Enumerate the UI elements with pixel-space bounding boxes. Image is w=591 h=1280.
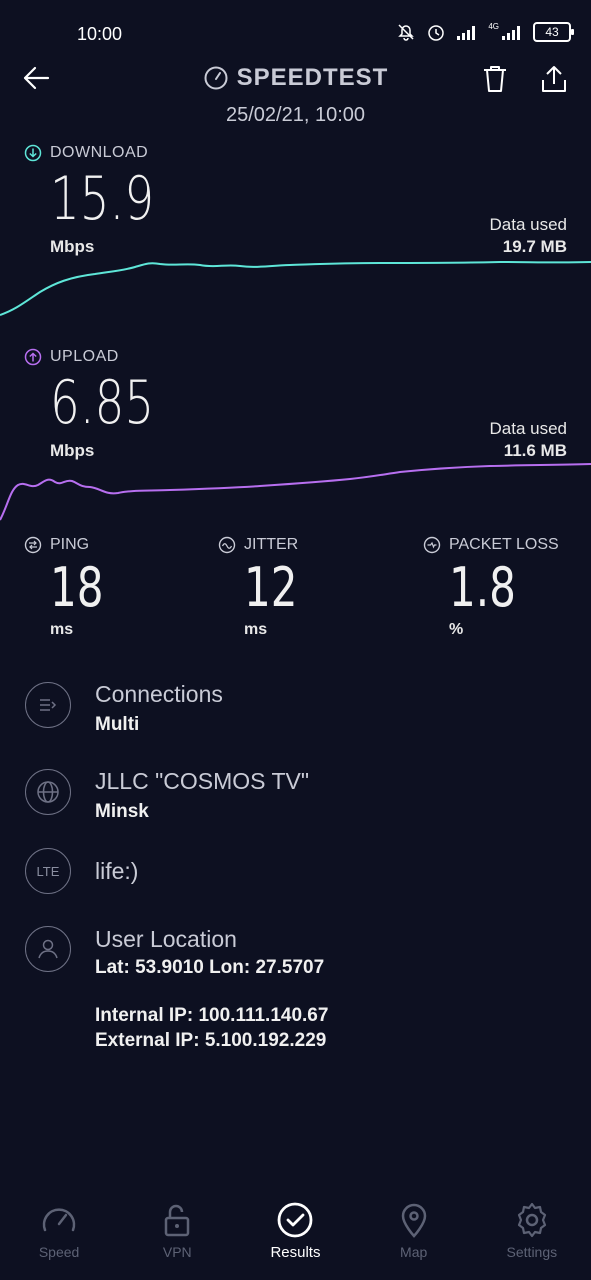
connections-icon [25, 682, 71, 728]
network-carrier: life:) [95, 858, 139, 884]
download-label-row: DOWNLOAD [24, 144, 148, 162]
status-time: 10:00 [77, 24, 123, 44]
upload-data-used-label: Data used [489, 419, 568, 438]
packet-loss-value: 1.8 [449, 556, 516, 619]
location-title: User Location [95, 926, 237, 952]
upload-graph [0, 463, 591, 521]
nav-settings[interactable]: Settings [473, 1200, 591, 1261]
ping-label: PING [50, 536, 90, 553]
upload-label: UPLOAD [50, 348, 119, 365]
network-type: 4G [488, 22, 499, 31]
gear-icon [517, 1202, 546, 1238]
map-pin-icon [401, 1203, 426, 1238]
delete-button[interactable] [481, 64, 509, 99]
download-line [0, 260, 591, 316]
external-ip: External IP: 5.100.192.229 [95, 1030, 327, 1051]
nav-vpn-label: VPN [162, 1244, 192, 1260]
user-icon [25, 926, 71, 972]
share-button[interactable] [540, 64, 568, 99]
speedometer-icon [42, 1208, 76, 1232]
download-icon [24, 144, 42, 162]
packet-loss-unit: % [449, 621, 464, 638]
unlock-icon [165, 1204, 190, 1237]
ping-unit: ms [50, 621, 74, 638]
location-coords: Lat: 53.9010 Lon: 27.5707 [95, 957, 325, 978]
result-date: 25/02/21, 10:00 [225, 104, 365, 126]
lte-icon: LTE [25, 848, 71, 894]
nav-results[interactable]: Results [236, 1200, 354, 1261]
internal-ip: Internal IP: 100.111.140.67 [95, 1005, 329, 1026]
speedometer-icon [204, 66, 228, 90]
ping-icon [24, 536, 42, 554]
connections-title: Connections [95, 681, 223, 707]
download-graph [0, 260, 591, 316]
signal-4g-icon [502, 26, 520, 40]
connections-row: Connections Multi [95, 681, 223, 736]
provider-value: Minsk [95, 801, 149, 822]
download-data-used-label: Data used [489, 215, 568, 234]
location-row: User Location Lat: 53.9010 Lon: 27.5707 … [95, 926, 328, 1053]
packet-loss-icon [423, 536, 441, 554]
provider-row: JLLC "COSMOS TV" Minsk [95, 768, 309, 823]
signal-icon [457, 26, 476, 40]
globe-icon [25, 769, 71, 815]
upload-label-row: UPLOAD [24, 348, 119, 366]
upload-value: 6.85 [50, 368, 155, 438]
nav-vpn[interactable]: VPN [118, 1200, 236, 1261]
alarm-icon [428, 25, 445, 41]
mute-bell-icon [398, 24, 415, 41]
nav-map[interactable]: Map [355, 1200, 473, 1261]
download-label: DOWNLOAD [50, 144, 149, 161]
check-circle-icon [278, 1202, 313, 1238]
jitter-metric: JITTER 12 ms [218, 536, 313, 639]
battery-icon: 43 [533, 22, 574, 42]
nav-speed[interactable]: Speed [0, 1200, 118, 1261]
bottom-nav: Speed VPN Results Map Settings [0, 1200, 591, 1261]
share-icon [542, 66, 566, 92]
nav-speed-label: Speed [38, 1244, 80, 1260]
download-value: 15.9 [50, 164, 155, 234]
nav-results-label: Results [270, 1244, 321, 1261]
packet-loss-metric: PACKET LOSS 1.8 % [423, 536, 559, 639]
jitter-label: JITTER [244, 536, 299, 553]
upload-line [0, 463, 591, 521]
jitter-icon [218, 536, 236, 554]
nav-map-label: Map [400, 1244, 428, 1260]
ping-value: 18 [50, 556, 104, 619]
connections-value: Multi [95, 714, 140, 735]
page-title: SPEEDTEST [236, 64, 389, 91]
jitter-unit: ms [244, 621, 268, 638]
ping-metric: PING 18 ms [24, 536, 119, 639]
provider-title: JLLC "COSMOS TV" [95, 768, 310, 794]
status-icons: 4G 43 [396, 22, 574, 42]
upload-icon [24, 348, 42, 366]
nav-settings-label: Settings [506, 1244, 558, 1260]
trash-icon [484, 66, 506, 92]
packet-loss-label: PACKET LOSS [449, 536, 559, 553]
jitter-value: 12 [244, 556, 298, 619]
